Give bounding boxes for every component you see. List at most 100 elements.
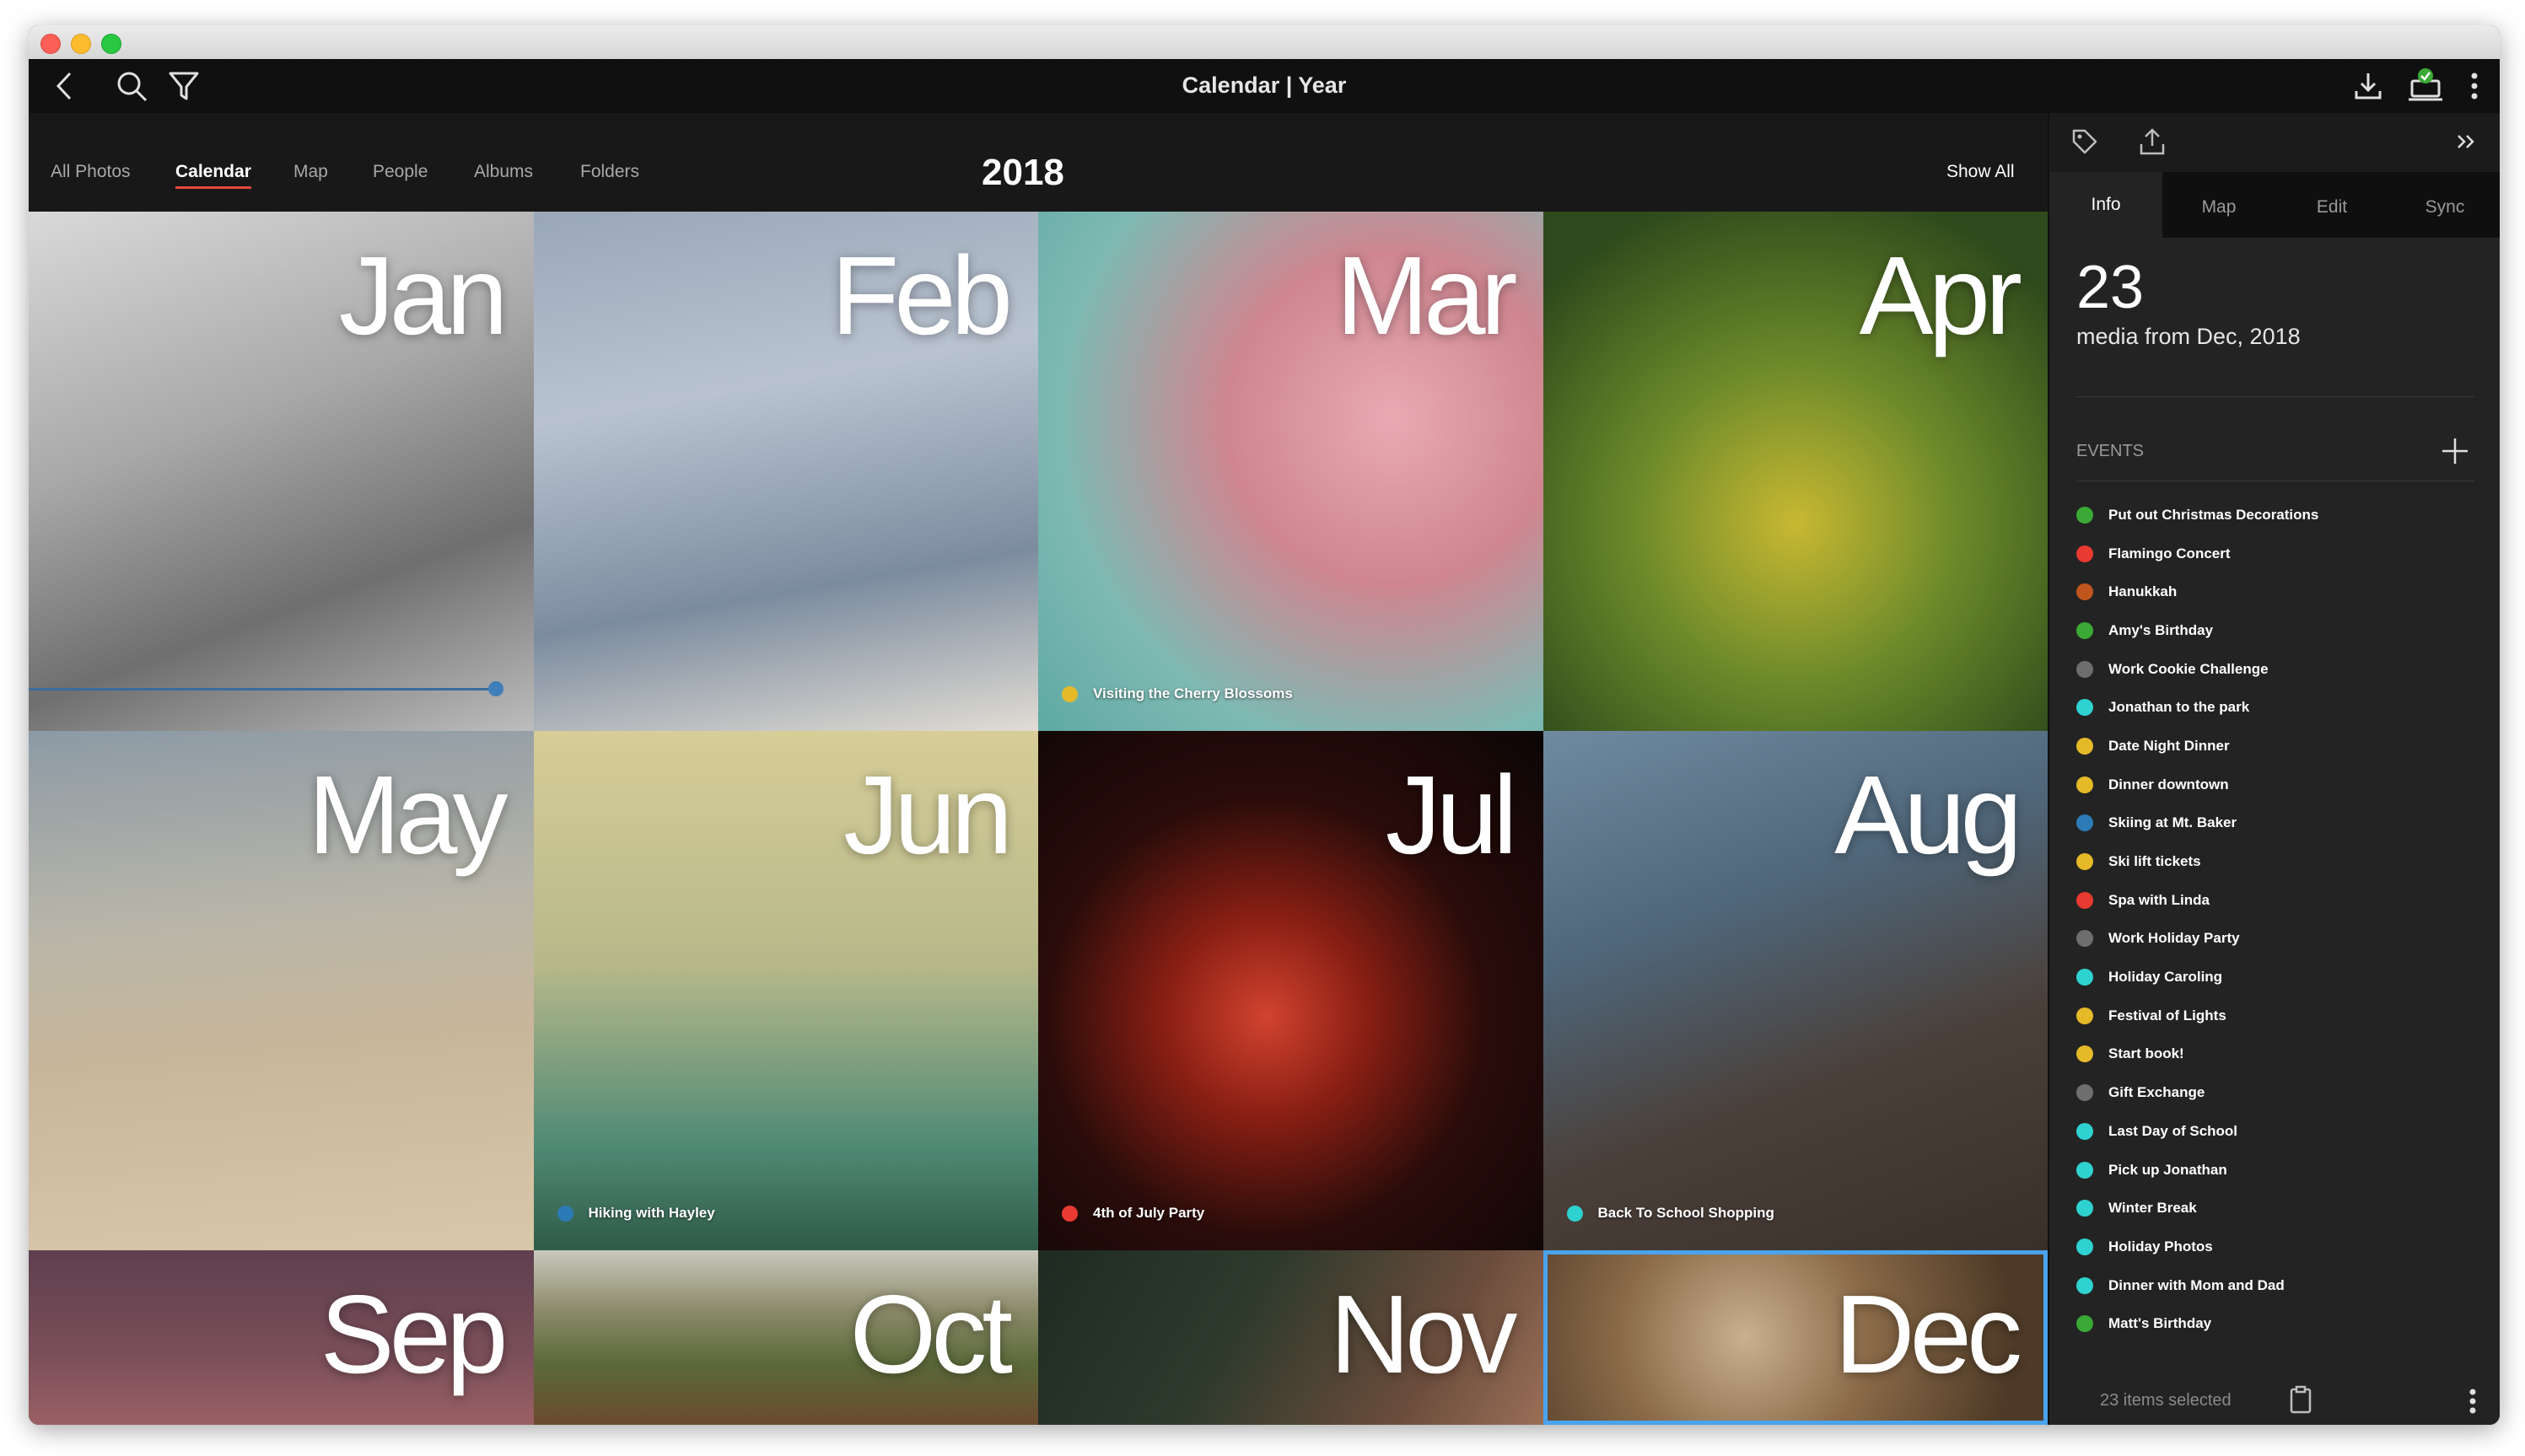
month-tile-sep[interactable]: Sep <box>29 1250 534 1425</box>
month-tile-feb[interactable]: Feb <box>533 212 1038 731</box>
month-grid: Jan Feb Mar Visiting the Cherry Blossoms… <box>29 212 2048 1425</box>
event-item[interactable]: Work Cookie Challenge <box>2076 650 2481 689</box>
progress-knob[interactable] <box>488 681 503 696</box>
event-item[interactable]: Holiday Photos <box>2076 1228 2481 1266</box>
download-button[interactable] <box>2348 66 2388 106</box>
event-item[interactable]: Ski lift tickets <box>2076 842 2481 881</box>
event-item-label: Work Holiday Party <box>2108 930 2240 947</box>
month-tile-jun[interactable]: Jun Hiking with Hayley <box>533 731 1038 1250</box>
add-event-button[interactable] <box>2436 432 2474 470</box>
event-item[interactable]: Date Night Dinner <box>2076 727 2481 766</box>
month-tile-jul[interactable]: Jul 4th of July Party <box>1038 731 1543 1250</box>
month-tile-mar[interactable]: Mar Visiting the Cherry Blossoms <box>1038 212 1543 731</box>
event-color-dot <box>1566 1205 1583 1222</box>
selection-count: 23 items selected <box>2100 1391 2232 1410</box>
month-label: May <box>308 753 508 877</box>
plus-icon <box>2442 438 2468 464</box>
event-item[interactable]: Jonathan to the park <box>2076 688 2481 727</box>
tag-button[interactable] <box>2065 121 2105 162</box>
tab-all-photos[interactable]: All Photos <box>51 162 131 182</box>
panel-tab-edit[interactable]: Edit <box>2275 197 2388 218</box>
event-item-label: Holiday Photos <box>2108 1238 2213 1255</box>
event-item-label: Pick up Jonathan <box>2108 1161 2227 1178</box>
clipboard-icon <box>2290 1385 2312 1414</box>
event-item-label: Jonathan to the park <box>2108 699 2250 716</box>
tab-calendar[interactable]: Calendar <box>175 162 251 189</box>
window-titlebar <box>29 25 2500 60</box>
month-tile-oct[interactable]: Oct <box>533 1250 1038 1425</box>
nav-bar: All Photos Calendar Map People Albums Fo… <box>29 113 2048 212</box>
month-tile-aug[interactable]: Aug Back To School Shopping <box>1542 731 2048 1250</box>
event-label: Back To School Shopping <box>1597 1205 1774 1221</box>
event-item[interactable]: Holiday Caroling <box>2076 958 2481 997</box>
divider <box>2076 396 2474 397</box>
media-from-label: media from Dec, 2018 <box>2076 324 2301 349</box>
close-window-button[interactable] <box>40 34 61 54</box>
event-item-label: Flamingo Concert <box>2108 545 2231 561</box>
month-label: Aug <box>1834 753 2022 877</box>
event-item[interactable]: Flamingo Concert <box>2076 535 2481 573</box>
month-tile-may[interactable]: May <box>29 731 534 1250</box>
panel-tabs: Info Map Edit Sync <box>2049 172 2500 238</box>
event-item-label: Dinner with Mom and Dad <box>2108 1276 2285 1293</box>
event-item[interactable]: Festival of Lights <box>2076 997 2481 1035</box>
event-item[interactable]: Skiing at Mt. Baker <box>2076 804 2481 843</box>
month-event: Visiting the Cherry Blossoms <box>1062 685 1293 702</box>
event-item-label: Amy's Birthday <box>2108 621 2214 638</box>
info-panel: Info Map Edit Sync 23 media from Dec, 20… <box>2048 113 2500 1425</box>
panel-tab-map[interactable]: Map <box>2162 197 2275 218</box>
minimize-window-button[interactable] <box>71 34 91 54</box>
tab-people[interactable]: People <box>373 162 428 182</box>
event-item-label: Dinner downtown <box>2108 776 2229 792</box>
zoom-window-button[interactable] <box>101 34 121 54</box>
tab-map[interactable]: Map <box>293 162 328 182</box>
month-tile-apr[interactable]: Apr <box>1542 212 2048 731</box>
sync-status-button[interactable] <box>2405 66 2446 106</box>
event-item[interactable]: Dinner with Mom and Dad <box>2076 1266 2481 1305</box>
panel-tab-sync[interactable]: Sync <box>2388 197 2500 218</box>
event-item[interactable]: Spa with Linda <box>2076 881 2481 920</box>
event-item-label: Winter Break <box>2108 1200 2197 1217</box>
event-color-dot <box>2076 853 2093 871</box>
event-item-label: Festival of Lights <box>2108 1007 2226 1023</box>
event-item[interactable]: Winter Break <box>2076 1189 2481 1228</box>
more-options-button[interactable] <box>2454 66 2495 106</box>
month-event: 4th of July Party <box>1062 1205 1204 1222</box>
event-item[interactable]: Dinner downtown <box>2076 766 2481 804</box>
event-item[interactable]: Start book! <box>2076 1035 2481 1074</box>
event-item-label: Last Day of School <box>2108 1122 2238 1139</box>
events-heading: EVENTS <box>2076 442 2145 460</box>
event-color-dot <box>2076 969 2093 986</box>
tab-albums[interactable]: Albums <box>474 162 533 182</box>
event-item-label: Holiday Caroling <box>2108 969 2223 986</box>
show-all-button[interactable]: Show All <box>1946 162 2015 182</box>
event-item[interactable]: Work Holiday Party <box>2076 920 2481 959</box>
event-item[interactable]: Last Day of School <box>2076 1112 2481 1151</box>
event-item[interactable]: Gift Exchange <box>2076 1073 2481 1112</box>
event-item[interactable]: Hanukkah <box>2076 572 2481 611</box>
month-tile-dec[interactable]: Dec <box>1542 1250 2048 1425</box>
event-item[interactable]: Amy's Birthday <box>2076 611 2481 650</box>
event-color-dot <box>2076 506 2093 524</box>
event-color-dot <box>2076 891 2093 909</box>
share-icon <box>2140 128 2165 155</box>
event-item-label: Skiing at Mt. Baker <box>2108 814 2237 831</box>
share-button[interactable] <box>2132 121 2172 162</box>
event-color-dot <box>2076 1276 2093 1294</box>
event-item[interactable]: Pick up Jonathan <box>2076 1151 2481 1190</box>
month-tile-nov[interactable]: Nov <box>1038 1250 1543 1425</box>
event-color-dot <box>2076 1315 2093 1333</box>
event-item[interactable]: Put out Christmas Decorations <box>2076 496 2481 535</box>
month-tile-jan[interactable]: Jan <box>29 212 534 731</box>
tab-folders[interactable]: Folders <box>580 162 639 182</box>
event-color-dot <box>2076 1161 2093 1179</box>
panel-toolbar <box>2049 113 2500 172</box>
window-title: Calendar | Year <box>1182 73 1347 98</box>
panel-tab-info[interactable]: Info <box>2049 172 2162 238</box>
panel-more-button[interactable] <box>2464 1386 2481 1416</box>
collapse-panel-button[interactable] <box>2446 121 2486 162</box>
month-label: Jan <box>338 234 509 357</box>
copy-selection-button[interactable] <box>2284 1383 2318 1416</box>
year-title: 2018 <box>982 152 1064 193</box>
event-item[interactable]: Matt's Birthday <box>2076 1304 2481 1343</box>
